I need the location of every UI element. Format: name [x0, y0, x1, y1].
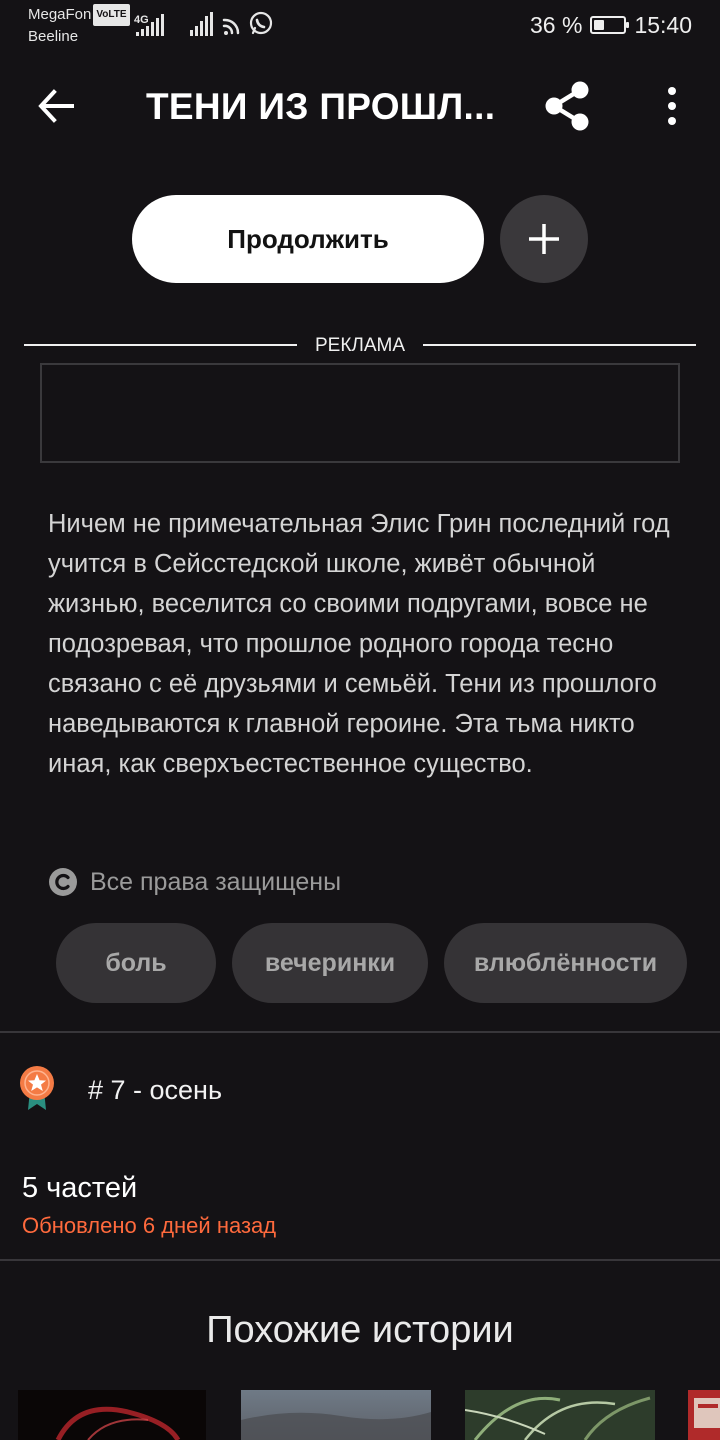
story-details-screen: MegaFon VoLTE Beeline 4G 36 % 15:40 ТЕНИ… — [0, 0, 720, 1440]
medal-icon — [20, 1066, 54, 1110]
cover-art — [241, 1412, 431, 1440]
copyright-text: Все права защищены — [90, 867, 342, 896]
section-divider — [0, 1031, 720, 1033]
whatsapp-icon — [249, 11, 273, 35]
copyright-icon — [49, 868, 77, 896]
copyright-notice: Все права защищены — [48, 862, 341, 902]
battery-percent: 36 % — [530, 11, 583, 38]
share-icon — [545, 81, 589, 131]
network-4g-label: 4G — [134, 14, 149, 26]
battery-icon — [590, 16, 630, 34]
share-button[interactable] — [540, 78, 596, 134]
story-title: ТЕНИ ИЗ ПРОШЛ... — [146, 86, 496, 127]
tag-pain[interactable]: боль — [56, 923, 216, 1003]
ad-divider: РЕКЛАМА — [24, 332, 696, 360]
carrier-info: MegaFon VoLTE Beeline — [28, 4, 130, 48]
status-bar: MegaFon VoLTE Beeline 4G 36 % 15:40 — [0, 0, 720, 52]
back-button[interactable] — [32, 82, 80, 130]
ad-line-right — [423, 344, 696, 346]
ad-label: РЕКЛАМА — [314, 335, 406, 356]
similar-stories-heading: Похожие истории — [206, 1309, 514, 1351]
continue-reading-button[interactable]: Продолжить — [132, 195, 484, 283]
cover-art — [694, 1398, 720, 1428]
battery-fill — [594, 20, 605, 30]
section-divider — [0, 1259, 720, 1261]
arrow-left-icon — [38, 89, 74, 123]
similar-story-cover[interactable] — [465, 1390, 655, 1440]
similar-story-cover[interactable] — [241, 1390, 431, 1440]
carrier-1-name: MegaFon — [28, 6, 92, 23]
tag-crushes[interactable]: влюблённости — [444, 923, 687, 1003]
story-description: Ничем не примечательная Элис Грин послед… — [48, 510, 670, 778]
parts-count: 5 частей — [22, 1172, 138, 1204]
ad-line-left — [24, 344, 297, 346]
updated-status: Обновлено 6 дней назад — [22, 1213, 277, 1238]
add-to-library-button[interactable] — [500, 195, 588, 283]
wifi-icon — [222, 18, 240, 35]
more-options-button[interactable] — [650, 82, 694, 130]
similar-story-cover[interactable] — [688, 1390, 720, 1440]
cover-art — [55, 1406, 181, 1440]
volte-badge: VoLTE — [93, 4, 130, 26]
clock: 15:40 — [634, 11, 692, 38]
more-vertical-icon — [668, 87, 676, 125]
network-status-icons: 4G — [134, 11, 273, 36]
ad-banner[interactable] — [40, 363, 680, 463]
plus-icon — [529, 224, 559, 254]
similar-story-cover[interactable] — [18, 1390, 206, 1440]
ranking-text: # 7 - осень — [88, 1075, 223, 1105]
signal-2-icon — [190, 12, 213, 36]
ranking-row[interactable]: # 7 - осень — [18, 1064, 718, 1114]
tag-parties[interactable]: вечеринки — [232, 923, 428, 1003]
app-header: ТЕНИ ИЗ ПРОШЛ... — [0, 60, 720, 152]
carrier-2-name: Beeline — [28, 28, 79, 45]
status-bar-right: 36 % 15:40 — [530, 10, 692, 40]
cover-art — [465, 1396, 651, 1440]
